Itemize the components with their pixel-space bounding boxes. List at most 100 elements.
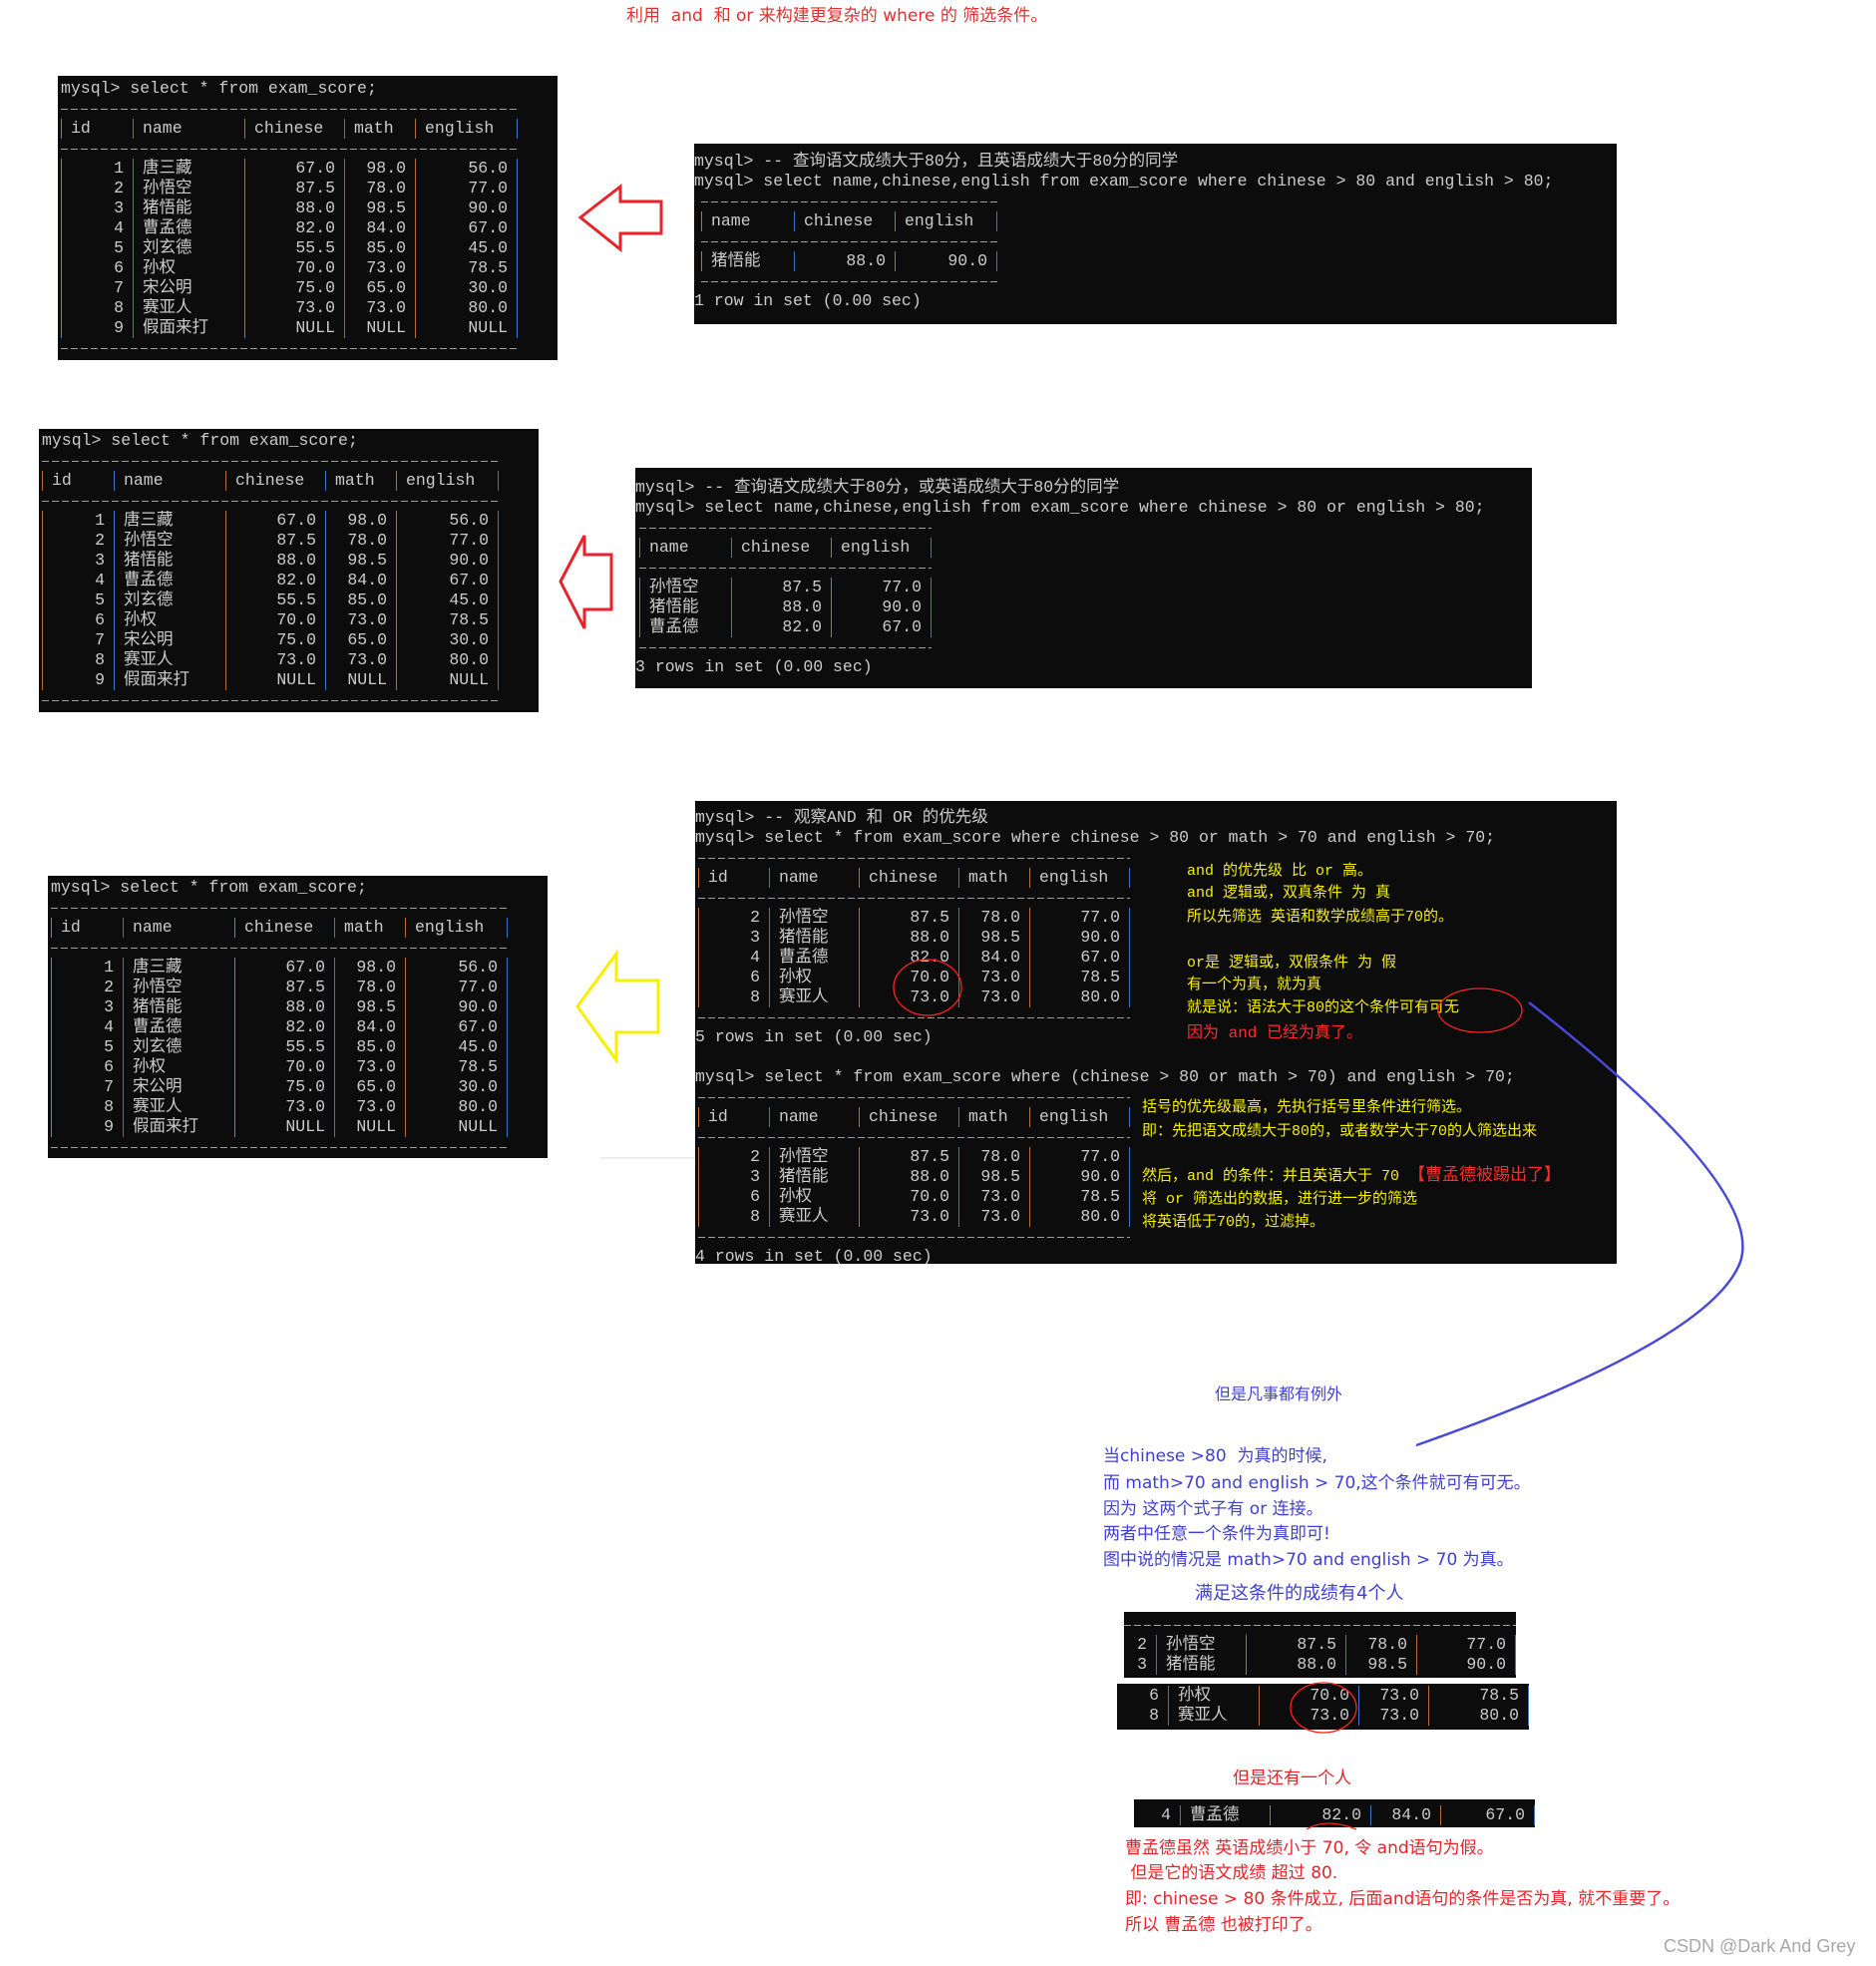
table-header-row: id name chinese math english xyxy=(42,471,499,491)
column-header: name xyxy=(769,1107,859,1127)
table-cell: 唐三藏 xyxy=(133,159,244,179)
table-cell: 77.0 xyxy=(396,531,499,551)
note-or-one-true: 有一个为真，就为真 xyxy=(1187,977,1322,993)
table-cell: 赛亚人 xyxy=(769,987,859,1007)
table-rule xyxy=(639,558,932,578)
table-row: 1 唐三藏 67.0 98.0 56.0 xyxy=(51,958,508,978)
table-cell: 猪悟能 xyxy=(114,551,225,571)
table-cell: 73.0 xyxy=(325,610,396,630)
table-cell: 77.0 xyxy=(831,578,932,597)
table-cell: 67.0 xyxy=(405,1017,508,1037)
table-cell: 孙悟空 xyxy=(123,978,234,997)
terminal-line: mysql> select name,chinese,english from … xyxy=(694,172,1554,191)
table-cell: 56.0 xyxy=(396,511,499,531)
result-table: id name chinese math english 1 唐三藏 67.0 98.0 56.0… xyxy=(51,898,508,1157)
note-paren-meaning: 即：先把语文成绩大于80的，或者数学大于70的人筛选出来 xyxy=(1142,1123,1538,1140)
table-row: 2 孙悟空 87.5 78.0 77.0 xyxy=(698,1147,1130,1167)
table-cell: 45.0 xyxy=(415,238,518,258)
table-rule xyxy=(42,690,499,710)
table-cell: 73.0 xyxy=(334,1057,405,1077)
table-row: 8 赛亚人 73.0 73.0 80.0 xyxy=(42,650,499,670)
table-cell: 80.0 xyxy=(1029,987,1130,1007)
table-cell: 98.5 xyxy=(1345,1655,1416,1675)
table-cell: 70.0 xyxy=(244,258,344,278)
table-cell: 孙悟空 xyxy=(1156,1635,1246,1655)
table-cell: 55.5 xyxy=(234,1037,334,1057)
table-row: 2 孙悟空 87.5 78.0 77.0 xyxy=(1124,1635,1516,1655)
table-cell: 3 xyxy=(61,198,133,218)
table-cell: 赛亚人 xyxy=(133,298,244,318)
table-cell: NULL xyxy=(334,1117,405,1137)
table-cell: 87.5 xyxy=(225,531,325,551)
table-cell: 8 xyxy=(61,298,133,318)
column-header: id xyxy=(51,918,123,938)
table-cell: 唐三藏 xyxy=(123,958,234,978)
table-row: 1 唐三藏 67.0 98.0 56.0 xyxy=(42,511,499,531)
table-row: 孙悟空 87.5 77.0 xyxy=(639,578,932,597)
column-header: math xyxy=(344,119,415,139)
table-cell: 孙悟空 xyxy=(769,908,859,928)
table-cell: 45.0 xyxy=(396,590,499,610)
table-cell: 孙权 xyxy=(769,1187,859,1207)
table-cell: 3 xyxy=(51,997,123,1017)
table-cell: 65.0 xyxy=(334,1077,405,1097)
table-cell: NULL xyxy=(405,1117,508,1137)
table-row: 2 孙悟空 87.5 78.0 77.0 xyxy=(51,978,508,997)
table-cell: 67.0 xyxy=(244,159,344,179)
table-cell: 1 xyxy=(51,958,123,978)
table-cell: 4 xyxy=(61,218,133,238)
table-cell: 85.0 xyxy=(325,590,396,610)
result-table: 6 孙权 70.0 73.0 78.5 8 赛亚人 73.0 73.0 80.0 xyxy=(1117,1686,1529,1726)
table-cell: 2 xyxy=(51,978,123,997)
table-cell: 80.0 xyxy=(1029,1207,1130,1227)
table-cell: 98.0 xyxy=(344,159,415,179)
table-cell: 70.0 xyxy=(1259,1686,1358,1706)
table-cell: 猪悟能 xyxy=(639,597,731,617)
table-cell: 56.0 xyxy=(405,958,508,978)
table-cell: 73.0 xyxy=(344,298,415,318)
table-cell: 刘玄德 xyxy=(123,1037,234,1057)
table-cell: 8 xyxy=(1149,1706,1159,1725)
column-header: english xyxy=(1029,868,1130,888)
column-header: math xyxy=(334,918,405,938)
result-table: 2 孙悟空 87.5 78.0 77.0 3 猪悟能 88.0 98.5 90.0 xyxy=(1124,1615,1516,1675)
note-then-and-text: 然后，and 的条件：并且英语大于 70 xyxy=(1142,1168,1409,1185)
table-row: 7 宋公明 75.0 65.0 30.0 xyxy=(51,1077,508,1097)
table-cell: 30.0 xyxy=(415,278,518,298)
table-cell: 孙悟空 xyxy=(114,531,225,551)
table-cell: 4 xyxy=(51,1017,123,1037)
table-cell: 30.0 xyxy=(396,630,499,650)
table-row: 6 孙权 70.0 73.0 78.5 xyxy=(1117,1686,1529,1706)
terminal-or-query: mysql> -- 查询语文成绩大于80分，或英语成绩大于80分的同学 mysql… xyxy=(635,468,1532,688)
table-cell: 67.0 xyxy=(831,617,932,637)
table-cell: 78.0 xyxy=(344,179,415,198)
table-cell: 56.0 xyxy=(415,159,518,179)
table-row: 3 猪悟能 88.0 98.5 90.0 xyxy=(42,551,499,571)
table-cell: 88.0 xyxy=(859,1167,958,1187)
table-cell: 8 xyxy=(698,987,769,1007)
table-cell: 9 xyxy=(42,670,114,690)
table-cell: 82.0 xyxy=(859,948,958,968)
table-cell: 82.0 xyxy=(225,571,325,590)
table-cell: 87.5 xyxy=(731,578,831,597)
table-cell: 67.0 xyxy=(415,218,518,238)
table-cell: 98.5 xyxy=(344,198,415,218)
table-cell: 8 xyxy=(698,1207,769,1227)
table-cell: 78.5 xyxy=(1029,1187,1130,1207)
table-cell: 孙悟空 xyxy=(769,1147,859,1167)
table-row: 5 刘玄德 55.5 85.0 45.0 xyxy=(61,238,518,258)
table-cell: 73.0 xyxy=(958,1187,1029,1207)
table-cell: 3 xyxy=(698,1167,769,1187)
table-cell: 87.5 xyxy=(1246,1635,1345,1655)
table-rule xyxy=(61,338,518,358)
table-cell: 82.0 xyxy=(234,1017,334,1037)
table-cell: 84.0 xyxy=(325,571,396,590)
table-cell: 78.5 xyxy=(405,1057,508,1077)
table-cell: 88.0 xyxy=(1246,1655,1345,1675)
table-cell: 75.0 xyxy=(244,278,344,298)
table-rule xyxy=(698,888,1130,908)
table-cell: 70.0 xyxy=(234,1057,334,1077)
table-row: 6 孙权 70.0 73.0 78.5 xyxy=(51,1057,508,1077)
table-rule xyxy=(701,231,997,251)
table-cell: 78.5 xyxy=(1428,1686,1529,1706)
